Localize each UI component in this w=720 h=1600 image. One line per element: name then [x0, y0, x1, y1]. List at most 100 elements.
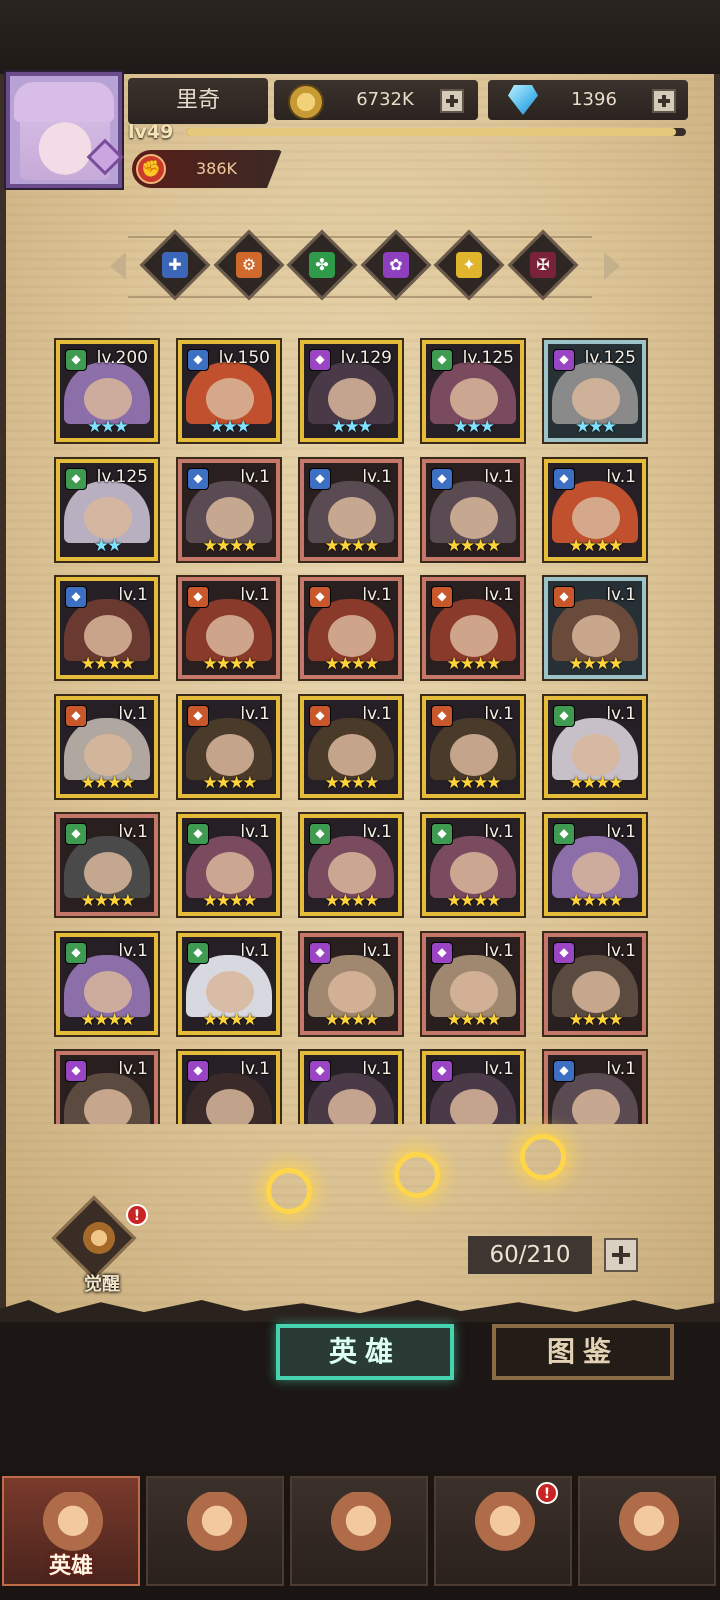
nav-item-castle[interactable]: ! [434, 1476, 572, 1586]
tab-heroes[interactable]: 英雄 [276, 1324, 454, 1380]
hero-level: lv.1 [362, 585, 392, 605]
hero-stars: ★★★ [87, 417, 129, 437]
hero-card[interactable]: ◆ lv.1 ★★★★ [544, 577, 646, 679]
hero-card[interactable]: ◆ lv.1 ★★★★ [56, 814, 158, 916]
hero-card[interactable]: ◆ lv.1 ★★★★ [422, 695, 524, 798]
hero-stars: ★★★★ [446, 1009, 502, 1030]
hero-level: lv.125 [462, 348, 514, 368]
hero-level: lv.1 [606, 940, 636, 961]
nav-item-flag[interactable] [146, 1476, 284, 1586]
hero-card[interactable]: ◆ lv.1 ★★★★ [178, 458, 280, 561]
hero-stars: ★★★★ [202, 535, 258, 556]
hero-level: lv.1 [362, 1059, 392, 1079]
hero-level: lv.1 [362, 703, 392, 724]
hero-stars: ★★★★ [202, 1009, 258, 1030]
hero-card[interactable]: ◆ lv.1 [300, 1051, 402, 1124]
awaken-alert-badge: ! [126, 1204, 148, 1226]
hero-stars: ★★★★ [446, 891, 502, 911]
nav-item-guild-emblem[interactable] [578, 1476, 716, 1586]
hero-level: lv.1 [484, 466, 514, 487]
hero-card[interactable]: ◆ lv.1 ★★★★ [178, 577, 280, 679]
hero-stars: ★★ [93, 535, 122, 556]
hero-face [572, 733, 620, 776]
hero-card[interactable]: ◆ lv.1 ★★★★ [422, 577, 524, 679]
hero-face [328, 615, 376, 657]
hero-card[interactable]: ◆ lv.1 ★★★★ [178, 695, 280, 798]
hero-class-icon: ◆ [553, 1060, 575, 1082]
hero-face [84, 1089, 132, 1124]
hero-class-icon: ◆ [431, 586, 453, 608]
hero-level: lv.129 [340, 348, 392, 368]
add-gold-button[interactable] [440, 89, 464, 113]
hero-level: lv.1 [484, 585, 514, 605]
hero-class-icon: ◆ [431, 941, 453, 964]
gem-plate: 1396 [488, 80, 688, 120]
hero-stars: ★★★ [331, 417, 373, 437]
hero-card[interactable]: ◆ lv.1 ★★★★ [544, 814, 646, 916]
nav-item-crossed-swords[interactable] [290, 1476, 428, 1586]
expand-slots-button[interactable] [604, 1238, 638, 1272]
hero-card[interactable]: ◆ lv.1 ★★★★ [300, 577, 402, 679]
faction-next-arrow-icon[interactable] [604, 252, 620, 280]
add-gems-button[interactable] [652, 89, 676, 113]
hero-card[interactable]: ◆ lv.1 [422, 1051, 524, 1124]
hero-class-icon: ◆ [187, 823, 209, 845]
hero-face [206, 970, 254, 1013]
hero-card[interactable]: ◆ lv.1 ★★★★ [300, 932, 402, 1035]
hero-stars: ★★★★ [568, 1009, 624, 1030]
hero-face [84, 852, 132, 894]
hero-class-icon: ◆ [65, 941, 87, 964]
hero-count: 60/210 [468, 1236, 592, 1274]
hero-card[interactable]: ◆ lv.1 [56, 1051, 158, 1124]
hero-face [450, 378, 498, 420]
hero-class-icon: ◆ [431, 349, 453, 371]
hero-card[interactable]: ◆ lv.1 ★★★★ [178, 932, 280, 1035]
hero-level: lv.1 [240, 822, 270, 842]
hero-card[interactable]: ◆ lv.1 ★★★★ [544, 932, 646, 1035]
power-plate: ✊ 386K [132, 150, 282, 188]
hero-face [328, 1089, 376, 1124]
hero-card[interactable]: ◆ lv.129 ★★★ [300, 340, 402, 442]
hero-card[interactable]: ◆ lv.150 ★★★ [178, 340, 280, 442]
hero-card[interactable]: ◆ lv.1 ★★★★ [56, 577, 158, 679]
hero-level: lv.1 [118, 585, 148, 605]
hero-class-icon: ◆ [309, 586, 331, 608]
faction-prev-arrow-icon[interactable] [110, 252, 126, 280]
hero-card[interactable]: ◆ lv.1 [178, 1051, 280, 1124]
hero-card[interactable]: ◆ lv.1 ★★★★ [56, 695, 158, 798]
glow-ring-icon [520, 1134, 566, 1180]
hero-card[interactable]: ◆ lv.1 ★★★★ [300, 695, 402, 798]
hero-card[interactable]: ◆ lv.1 ★★★★ [544, 458, 646, 561]
hero-card[interactable]: ◆ lv.1 ★★★★ [300, 814, 402, 916]
hero-card[interactable]: ◆ lv.1 ★★★★ [422, 814, 524, 916]
hero-card[interactable]: ◆ lv.125 ★★ [56, 458, 158, 561]
hero-stars: ★★★ [209, 417, 251, 437]
hero-card[interactable]: ◆ lv.1 ★★★★ [544, 695, 646, 798]
hero-card[interactable]: ◆ lv.125 ★★★ [544, 340, 646, 442]
hero-level: lv.1 [362, 822, 392, 842]
hero-class-icon: ◆ [65, 349, 87, 371]
glow-ring-icon [394, 1152, 440, 1198]
hero-card[interactable]: ◆ lv.125 ★★★ [422, 340, 524, 442]
nav-item-helmet[interactable]: 英雄 [2, 1476, 140, 1586]
hero-class-icon: ◆ [187, 349, 209, 371]
hero-level: lv.1 [240, 940, 270, 961]
hero-level: lv.1 [118, 1059, 148, 1079]
hero-card[interactable]: ◆ lv.1 ★★★★ [178, 814, 280, 916]
tab-codex[interactable]: 图鉴 [492, 1324, 674, 1380]
hero-class-icon: ◆ [309, 349, 331, 371]
hero-card[interactable]: ◆ lv.1 ★★★★ [422, 932, 524, 1035]
hero-card[interactable]: ◆ lv.1 ★★★★ [422, 458, 524, 561]
hero-face [450, 970, 498, 1013]
hero-card[interactable]: ◆ lv.200 ★★★ [56, 340, 158, 442]
hero-face [450, 852, 498, 894]
hero-face [84, 615, 132, 657]
hero-card[interactable]: ◆ lv.1 [544, 1051, 646, 1124]
hero-card[interactable]: ◆ lv.1 ★★★★ [56, 932, 158, 1035]
faction-orange-icon: ⚙ [235, 252, 262, 278]
hero-level: lv.125 [96, 466, 148, 487]
hero-stars: ★★★★ [568, 654, 624, 674]
hero-face [572, 970, 620, 1013]
hero-card[interactable]: ◆ lv.1 ★★★★ [300, 458, 402, 561]
hero-stars: ★★★★ [324, 654, 380, 674]
